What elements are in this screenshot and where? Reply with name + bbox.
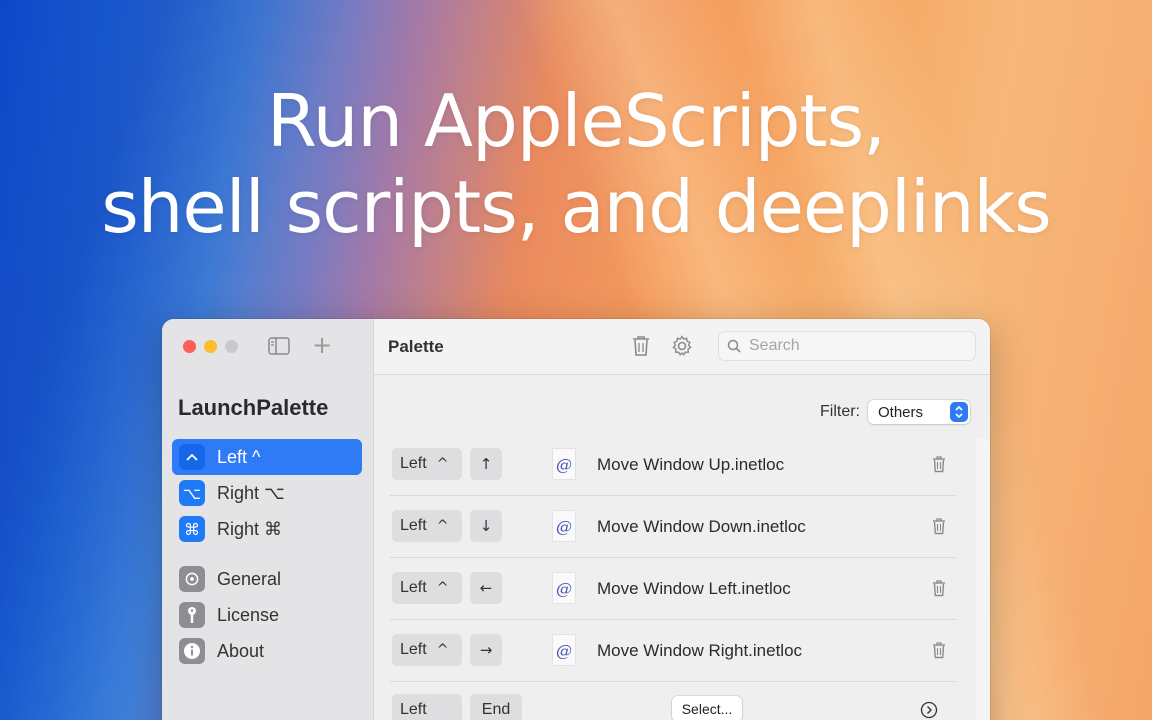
- table-row[interactable]: Left ^ → @ Move Window Right.inetloc: [390, 620, 956, 682]
- arrow-left-key[interactable]: ←: [470, 572, 502, 604]
- filter-selected-value: Others: [878, 403, 924, 421]
- inetloc-file-icon: @: [552, 448, 576, 480]
- arrow-down-key[interactable]: ↓: [470, 510, 502, 542]
- end-key[interactable]: End: [470, 694, 522, 720]
- chevron-updown-icon: [950, 402, 968, 422]
- search-field[interactable]: [718, 331, 976, 361]
- close-button[interactable]: [183, 340, 196, 353]
- modifier-key[interactable]: Left ^: [392, 510, 462, 542]
- file-name: Move Window Right.inetloc: [597, 641, 803, 660]
- trash-icon[interactable]: [932, 517, 946, 535]
- headline-line-2: shell scripts, and deeplinks: [101, 165, 1051, 249]
- option-key-icon: ⌥: [179, 480, 205, 506]
- trash-icon[interactable]: [932, 579, 946, 597]
- inetloc-file-icon: @: [552, 510, 576, 542]
- sidebar-item-general[interactable]: General: [172, 561, 362, 597]
- app-window: + LaunchPalette Left ^ ⌥ Right ⌥ ⌘ Right…: [162, 319, 990, 720]
- sidebar-item-right-option[interactable]: ⌥ Right ⌥: [172, 475, 362, 511]
- modifier-key[interactable]: Left: [392, 694, 462, 720]
- modifier-key[interactable]: Left ^: [392, 572, 462, 604]
- command-key-icon: ⌘: [179, 516, 205, 542]
- caret-label: ^: [436, 518, 449, 534]
- sidebar-item-left-control[interactable]: Left ^: [172, 439, 362, 475]
- modifier-label: Left: [400, 579, 427, 596]
- modifier-label: Left: [400, 517, 427, 534]
- modifier-key[interactable]: Left ^: [392, 634, 462, 666]
- app-title: LaunchPalette: [178, 395, 329, 420]
- inetloc-file-icon: @: [552, 634, 576, 666]
- sidebar: + LaunchPalette Left ^ ⌥ Right ⌥ ⌘ Right…: [162, 319, 374, 720]
- sidebar-item-label: License: [217, 604, 280, 625]
- modifier-key[interactable]: Left ^: [392, 448, 462, 480]
- sidebar-item-about[interactable]: About: [172, 633, 362, 669]
- table-row[interactable]: Left ^ ↑ @ Move Window Up.inetloc: [390, 434, 956, 496]
- trash-icon[interactable]: [932, 641, 946, 659]
- headline: Run AppleScripts, shell scripts, and dee…: [0, 78, 1152, 250]
- chevron-right-circle-icon[interactable]: [920, 701, 938, 719]
- sidebar-item-label: About: [217, 640, 265, 661]
- search-icon: [727, 339, 741, 353]
- scrollbar[interactable]: [976, 439, 990, 720]
- modifier-label: Left: [400, 701, 427, 718]
- file-name: Move Window Left.inetloc: [597, 579, 791, 598]
- sidebar-item-label: Left ^: [217, 446, 261, 467]
- filter-control: Filter: Others: [820, 400, 970, 424]
- control-key-icon: [179, 444, 205, 470]
- zoom-button[interactable]: [225, 340, 238, 353]
- table-row[interactable]: Left ^ ↓ @ Move Window Down.inetloc: [390, 496, 956, 558]
- sidebar-toggle-icon[interactable]: [268, 337, 290, 355]
- gear-icon[interactable]: [670, 334, 694, 358]
- sidebar-item-license[interactable]: License: [172, 597, 362, 633]
- search-input[interactable]: [749, 337, 959, 355]
- caret-label: ^: [436, 580, 449, 596]
- info-icon: [179, 638, 205, 664]
- arrow-right-key[interactable]: →: [470, 634, 502, 666]
- select-file-button[interactable]: Select...: [672, 696, 742, 720]
- sidebar-item-label: General: [217, 568, 282, 589]
- modifier-label: Left: [400, 455, 427, 472]
- sidebar-item-label: Right ⌥: [217, 482, 285, 503]
- table-row[interactable]: Left End Select...: [390, 680, 956, 720]
- sidebar-item-label: Right ⌘: [217, 518, 283, 539]
- minimize-button[interactable]: [204, 340, 217, 353]
- file-name: Move Window Up.inetloc: [597, 455, 785, 474]
- filter-select[interactable]: Others: [868, 400, 970, 424]
- sidebar-item-right-command[interactable]: ⌘ Right ⌘: [172, 511, 362, 547]
- window-controls: [183, 340, 238, 353]
- caret-label: ^: [436, 642, 449, 658]
- arrow-up-key[interactable]: ↑: [470, 448, 502, 480]
- file-name: Move Window Down.inetloc: [597, 517, 806, 536]
- modifier-label: Left: [400, 641, 427, 658]
- trash-icon[interactable]: [630, 334, 652, 358]
- table-row[interactable]: Left ^ ← @ Move Window Left.inetloc: [390, 558, 956, 620]
- key-icon: [179, 602, 205, 628]
- filter-label: Filter:: [820, 403, 860, 420]
- headline-line-1: Run AppleScripts,: [266, 79, 886, 163]
- main-panel: Palette Filter:: [374, 319, 990, 720]
- add-icon[interactable]: +: [312, 333, 332, 357]
- caret-label: ^: [436, 456, 449, 472]
- trash-icon[interactable]: [932, 455, 946, 473]
- page-title: Palette: [388, 337, 444, 356]
- gear-icon: [179, 566, 205, 592]
- inetloc-file-icon: @: [552, 572, 576, 604]
- toolbar: Palette: [374, 319, 990, 375]
